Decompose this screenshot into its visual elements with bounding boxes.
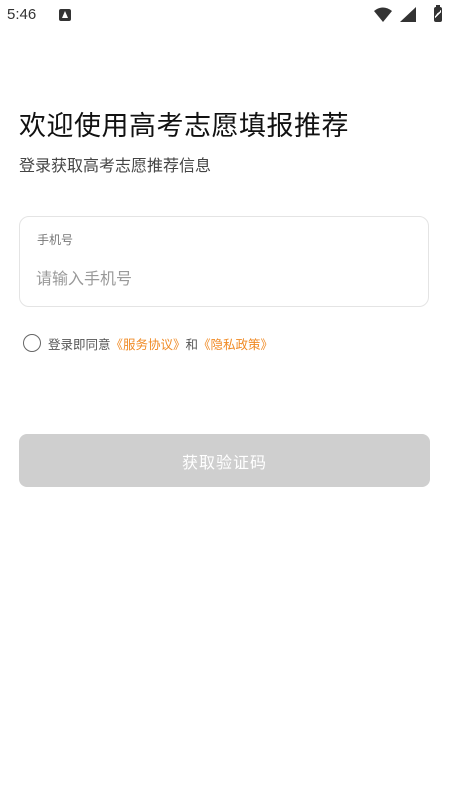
phone-field-container[interactable]: 手机号 bbox=[19, 216, 429, 307]
signal-icon bbox=[400, 7, 416, 22]
status-bar: 5:46 bbox=[0, 0, 450, 32]
page-subtitle: 登录获取高考志愿推荐信息 bbox=[19, 156, 212, 175]
battery-icon bbox=[434, 5, 442, 22]
agreement-row: 登录即同意 《服务协议》 和 《隐私政策》 bbox=[23, 332, 273, 354]
get-verification-code-button[interactable]: 获取验证码 bbox=[19, 434, 430, 487]
notification-icon bbox=[59, 9, 71, 21]
phone-input[interactable] bbox=[36, 263, 406, 293]
status-time: 5:46 bbox=[7, 6, 37, 23]
agreement-checkbox[interactable] bbox=[23, 334, 41, 352]
service-agreement-link[interactable]: 《服务协议》 bbox=[111, 334, 186, 353]
page-title: 欢迎使用高考志愿填报推荐 bbox=[19, 111, 349, 142]
privacy-policy-link[interactable]: 《隐私政策》 bbox=[198, 334, 273, 353]
wifi-icon bbox=[374, 7, 392, 22]
agreement-conjunction: 和 bbox=[185, 336, 199, 352]
phone-field-label: 手机号 bbox=[37, 233, 74, 247]
agreement-prefix: 登录即同意 bbox=[48, 336, 111, 352]
